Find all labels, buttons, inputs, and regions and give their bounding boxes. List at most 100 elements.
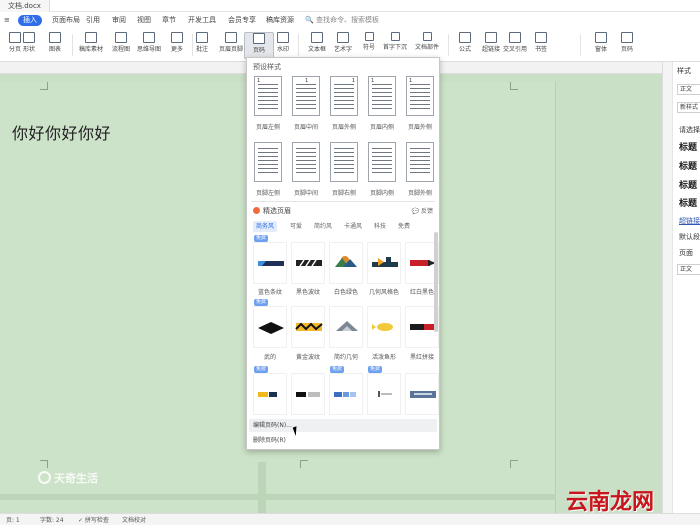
comment-button[interactable]: 批注 [187, 32, 217, 59]
template-thumbnail[interactable] [329, 242, 363, 284]
preset-header-left[interactable]: 1 [254, 76, 282, 116]
preset-footer-right[interactable] [330, 142, 358, 182]
panel-scrollbar[interactable] [434, 232, 438, 332]
free-badge: 免费 [254, 366, 269, 373]
preset-header-inner[interactable]: 1 [368, 76, 396, 116]
template-thumbnail[interactable]: 免费 [329, 366, 363, 415]
menu-review[interactable]: 审阅 [110, 15, 128, 26]
preset-footer-left[interactable] [254, 142, 282, 182]
style-heading-2[interactable]: 标题 [679, 159, 697, 172]
style-heading-4[interactable]: 标题 [679, 196, 697, 209]
document-tab[interactable]: 文档.docx [0, 0, 50, 12]
style-section-label: 请选择 [679, 126, 700, 134]
preset-header-outer[interactable]: 1 [330, 76, 358, 116]
template-thumbnail[interactable]: 免费 [253, 366, 287, 415]
preset-label: 页脚左侧 [255, 190, 280, 197]
free-badge: 免费 [330, 366, 345, 373]
preset-header-center[interactable]: 1 [292, 76, 320, 116]
featured-headers-title: 精选页眉 [253, 206, 291, 216]
style-heading-3[interactable]: 标题 [679, 178, 697, 191]
preset-label: 页眉内侧 [369, 124, 394, 131]
template-preview [335, 256, 357, 267]
style-page-ref[interactable]: 页面 [679, 248, 693, 258]
shape-icon [23, 32, 35, 43]
menu-page-layout[interactable]: 页面布局 [50, 15, 82, 26]
tab-cute[interactable]: 可爱 [287, 221, 305, 232]
symbol-icon [364, 32, 374, 41]
first-letter-button[interactable]: 首字下沉 [380, 32, 410, 59]
menu-insert[interactable]: 插入 [18, 15, 42, 26]
template-thumbnail[interactable] [329, 306, 363, 348]
template-label: 白色绿色 [333, 289, 358, 296]
preset-label: 页脚内侧 [369, 190, 394, 197]
template-thumbnail[interactable] [291, 306, 325, 348]
watermark-icon [277, 32, 289, 43]
preset-footer-inner[interactable] [368, 142, 396, 182]
styles-pane: 样式 正文 新样式 请选择 标题 标题 标题 标题 超链接 默认段 页面 正文 [662, 62, 700, 513]
styles-pane-title: 样式 [677, 67, 691, 75]
menu-resources[interactable]: 稿库资源 [264, 15, 296, 26]
hyperlink-icon [485, 32, 497, 43]
template-thumbnail[interactable]: 免费 [253, 235, 287, 284]
page-number-alt-button[interactable]: 页码 [612, 32, 642, 59]
preset-label: 页眉中间 [293, 124, 318, 131]
preset-header-outer-2[interactable]: 1 [406, 76, 434, 116]
tab-cartoon[interactable]: 卡通风 [341, 221, 365, 232]
tab-free[interactable]: 免费 [395, 221, 413, 232]
style-default-paragraph[interactable]: 默认段 [679, 232, 700, 242]
spell-check-toggle[interactable]: ✓ 拼写检查 [78, 515, 109, 524]
style-heading-1[interactable]: 标题 [679, 140, 697, 153]
tab-business[interactable]: 商务风 [253, 221, 278, 232]
chart-button[interactable]: 图表 [40, 32, 70, 59]
smart-graphic-icon [85, 32, 97, 43]
template-thumbnail[interactable]: 免费 [367, 366, 401, 415]
header-footer-button[interactable]: 页眉页脚 [216, 32, 246, 59]
mindmap-button[interactable]: 思维导图 [134, 32, 164, 59]
margin-mark [510, 82, 518, 90]
watermark-button[interactable]: 水印 [268, 32, 298, 59]
doc-proofread-button[interactable]: 文档校对 [122, 515, 146, 524]
tab-simple[interactable]: 简约风 [311, 221, 335, 232]
menu-developer[interactable]: 开发工具 [186, 15, 218, 26]
style-hyperlink[interactable]: 超链接 [679, 216, 700, 226]
page-indicator[interactable]: 页: 1 [6, 515, 20, 524]
delete-page-number-item[interactable]: 删除页码(R) [253, 435, 286, 444]
template-thumbnail[interactable] [405, 373, 439, 415]
menu-references[interactable]: 引用 [84, 15, 102, 26]
menu-member[interactable]: 会员专享 [226, 15, 258, 26]
menu-hamburger[interactable]: ≡ [2, 15, 12, 26]
template-preview [378, 391, 392, 397]
document-body-text[interactable]: 你好你好你好 [12, 120, 111, 144]
template-preview [372, 257, 398, 267]
template-preview [258, 322, 284, 334]
tab-tech[interactable]: 科技 [371, 221, 389, 232]
menu-view[interactable]: 视图 [135, 15, 153, 26]
smart-graphic-button[interactable]: 稿库素材 [76, 32, 106, 59]
template-thumbnail[interactable] [367, 242, 401, 284]
new-style-button[interactable]: 新样式 [677, 102, 700, 113]
template-preview [296, 259, 322, 267]
feedback-button[interactable]: 💬 反馈 [412, 206, 433, 215]
current-style-field[interactable]: 正文 [677, 84, 700, 95]
template-label: 武的 [263, 354, 276, 361]
template-thumbnail[interactable] [367, 306, 401, 348]
wordart-icon [337, 32, 349, 43]
template-thumbnail[interactable]: 免费 [253, 299, 287, 348]
bookmark-button[interactable]: 书签 [526, 32, 556, 59]
menu-section[interactable]: 章节 [160, 15, 178, 26]
preset-footer-outer[interactable] [406, 142, 434, 182]
margin-mark [300, 460, 308, 468]
flowchart-button[interactable]: 流程图 [106, 32, 136, 59]
template-label: 黑红拼接 [409, 354, 434, 361]
doc-parts-button[interactable]: 文档部件 [412, 32, 442, 59]
command-search[interactable]: 🔍 查找命令、搜索模板 [305, 14, 379, 26]
preset-label: 页脚外侧 [407, 190, 432, 197]
preset-footer-center[interactable] [292, 142, 320, 182]
ribbon-separator [298, 34, 299, 56]
flowchart-icon [115, 32, 127, 43]
style-normal-field[interactable]: 正文 [677, 264, 700, 275]
template-thumbnail[interactable] [291, 242, 325, 284]
template-thumbnail[interactable] [291, 373, 325, 415]
edit-page-number-item[interactable]: 编辑页码(N)... [249, 419, 437, 432]
word-count[interactable]: 字数: 24 [40, 515, 64, 524]
